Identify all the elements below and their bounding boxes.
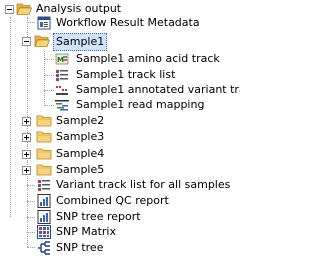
tree-label: Workflow Result Metadata — [56, 16, 200, 29]
tree-row-sample3[interactable]: Sample3 — [0, 128, 240, 146]
svg-text:M: M — [57, 56, 64, 64]
expand-toggle-icon[interactable] — [22, 166, 31, 175]
metadata-table-icon — [36, 15, 52, 31]
tree-icon — [36, 240, 52, 256]
tree-label: SNP tree — [56, 241, 104, 254]
matrix-icon — [36, 224, 52, 240]
track-list-icon — [36, 177, 52, 193]
folder-icon — [36, 146, 52, 162]
report-icon — [36, 193, 52, 209]
read-mapping-icon — [54, 97, 70, 113]
collapse-toggle-icon[interactable] — [5, 5, 14, 14]
folder-icon — [36, 113, 52, 129]
amino-acid-track-icon: M — [54, 51, 70, 67]
folder-icon — [36, 129, 52, 145]
expand-toggle-icon[interactable] — [22, 117, 31, 126]
tree-row-snp-tree[interactable]: SNP tree — [0, 239, 240, 257]
tree-label: Sample3 — [56, 130, 105, 143]
expand-toggle-icon[interactable] — [22, 150, 31, 159]
tree-row-sample1[interactable]: Sample1 — [0, 33, 240, 51]
expand-toggle-icon[interactable] — [22, 133, 31, 142]
tree-row-workflow-result-metadata[interactable]: Workflow Result Metadata — [0, 14, 240, 32]
tree-label: Sample1 — [53, 33, 108, 51]
open-folder-icon — [34, 33, 50, 49]
collapse-toggle-icon[interactable] — [22, 37, 31, 46]
navigation-tree: Analysis output Workflow Result Metadata… — [0, 0, 240, 259]
